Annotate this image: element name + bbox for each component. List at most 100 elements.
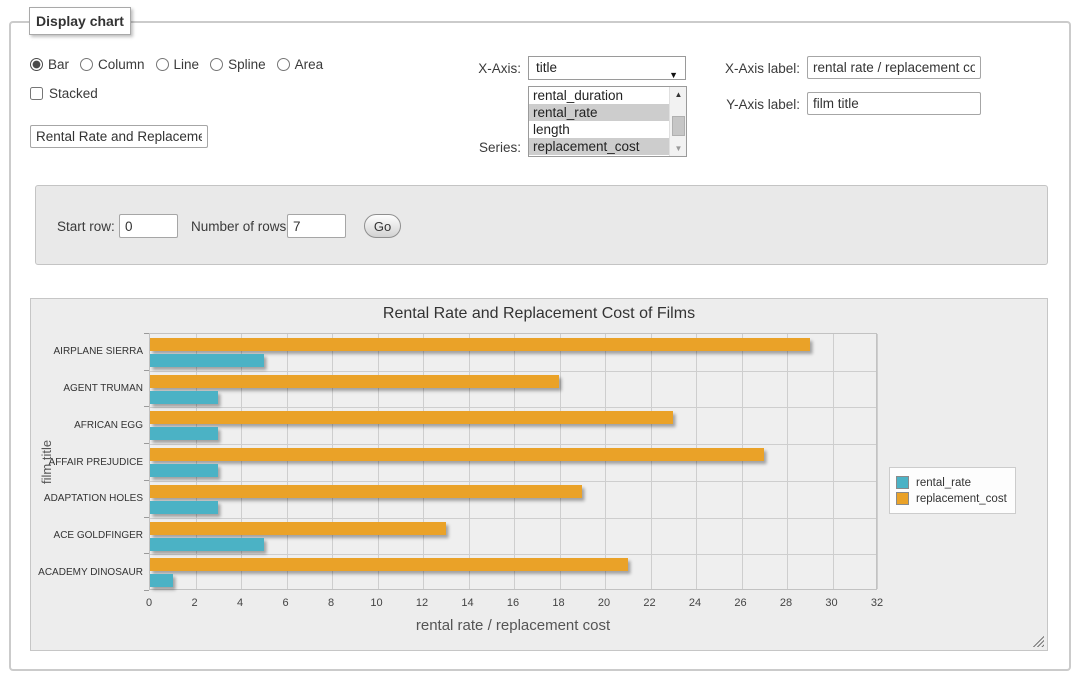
gridline-horizontal bbox=[150, 554, 876, 555]
bar-rental_rate-adaptation-holes bbox=[150, 501, 218, 514]
chart-container: Rental Rate and Replacement Cost of Film… bbox=[30, 298, 1048, 651]
gridline-horizontal bbox=[150, 407, 876, 408]
bar-rental_rate-african-egg bbox=[150, 427, 218, 440]
chart-type-radio-label: Bar bbox=[48, 57, 69, 72]
series-option-length[interactable]: length bbox=[529, 121, 670, 138]
gridline-vertical bbox=[605, 334, 606, 589]
gridline-vertical bbox=[787, 334, 788, 589]
series-option-rental_rate[interactable]: rental_rate bbox=[529, 104, 670, 121]
chart-type-radio-line[interactable] bbox=[156, 58, 169, 71]
legend-label: replacement_cost bbox=[916, 493, 1007, 505]
scrollbar-thumb[interactable] bbox=[672, 116, 685, 136]
gridline-vertical bbox=[833, 334, 834, 589]
stacked-label: Stacked bbox=[49, 86, 98, 101]
gridline-horizontal bbox=[150, 444, 876, 445]
bar-replacement_cost-african-egg bbox=[150, 411, 673, 424]
listbox-scrollbar[interactable]: ▲ ▼ bbox=[669, 87, 686, 156]
x-tick-label: 30 bbox=[812, 597, 852, 609]
y-axis-tick bbox=[144, 333, 149, 334]
start-row-input[interactable] bbox=[119, 214, 178, 238]
gridline-vertical bbox=[378, 334, 379, 589]
chart-type-option-line[interactable]: Line bbox=[156, 57, 200, 72]
chevron-down-icon: ▼ bbox=[669, 64, 678, 86]
chart-legend: rental_rate replacement_cost bbox=[889, 467, 1016, 514]
y-axis-tick bbox=[144, 590, 149, 591]
gridline-vertical bbox=[423, 334, 424, 589]
legend-entry-replacement_cost: replacement_cost bbox=[896, 492, 1007, 505]
series-option-rental_duration[interactable]: rental_duration bbox=[529, 87, 670, 104]
category-label: ADAPTATION HOLES bbox=[33, 493, 143, 504]
x-tick-label: 24 bbox=[675, 597, 715, 609]
resize-handle-icon[interactable] bbox=[1032, 635, 1044, 647]
gridline-vertical bbox=[742, 334, 743, 589]
x-tick-label: 8 bbox=[311, 597, 351, 609]
chart-type-radio-bar[interactable] bbox=[30, 58, 43, 71]
gridline-vertical bbox=[651, 334, 652, 589]
x-tick-label: 26 bbox=[721, 597, 761, 609]
legend-label: rental_rate bbox=[916, 477, 971, 489]
chart-type-radio-label: Spline bbox=[228, 57, 266, 72]
x-tick-label: 10 bbox=[357, 597, 397, 609]
bar-replacement_cost-airplane-sierra bbox=[150, 338, 810, 351]
bar-rental_rate-airplane-sierra bbox=[150, 354, 264, 367]
scroll-up-icon[interactable]: ▲ bbox=[670, 87, 687, 102]
chart-title-input[interactable] bbox=[30, 125, 208, 148]
bar-rental_rate-affair-prejudice bbox=[150, 464, 218, 477]
x-tick-label: 18 bbox=[539, 597, 579, 609]
y-axis-label-input[interactable] bbox=[807, 92, 981, 115]
gridline-vertical bbox=[469, 334, 470, 589]
stacked-checkbox-row[interactable]: Stacked bbox=[30, 86, 98, 101]
x-tick-label: 16 bbox=[493, 597, 533, 609]
bar-rental_rate-academy-dinosaur bbox=[150, 574, 173, 587]
bar-replacement_cost-academy-dinosaur bbox=[150, 558, 628, 571]
scroll-down-icon[interactable]: ▼ bbox=[670, 141, 687, 156]
bar-replacement_cost-ace-goldfinger bbox=[150, 522, 446, 535]
gridline-vertical bbox=[560, 334, 561, 589]
num-rows-input[interactable] bbox=[287, 214, 346, 238]
x-axis-label-input[interactable] bbox=[807, 56, 981, 79]
series-list-label: Series: bbox=[458, 140, 521, 155]
chart-type-radio-label: Line bbox=[174, 57, 200, 72]
row-controls-panel: Start row: Number of rows: Go bbox=[35, 185, 1048, 265]
series-option-replacement_cost[interactable]: replacement_cost bbox=[529, 138, 670, 155]
bar-rental_rate-ace-goldfinger bbox=[150, 538, 264, 551]
gridline-horizontal bbox=[150, 518, 876, 519]
y-axis-tick bbox=[144, 370, 149, 371]
chart-type-option-area[interactable]: Area bbox=[277, 57, 324, 72]
y-axis-tick bbox=[144, 406, 149, 407]
chart-type-option-spline[interactable]: Spline bbox=[210, 57, 266, 72]
gridline-vertical bbox=[514, 334, 515, 589]
bar-replacement_cost-agent-truman bbox=[150, 375, 559, 388]
chart-type-radio-area[interactable] bbox=[277, 58, 290, 71]
chart-type-option-bar[interactable]: Bar bbox=[30, 57, 69, 72]
chart-type-radio-label: Column bbox=[98, 57, 145, 72]
chart-x-axis-title: rental rate / replacement cost bbox=[149, 617, 877, 634]
x-tick-label: 0 bbox=[129, 597, 169, 609]
chart-type-radio-column[interactable] bbox=[80, 58, 93, 71]
series-listbox[interactable]: rental_durationrental_ratelengthreplacem… bbox=[528, 86, 687, 157]
x-tick-label: 2 bbox=[175, 597, 215, 609]
num-rows-label: Number of rows: bbox=[191, 219, 290, 234]
app-root: Display chart BarColumnLineSplineArea St… bbox=[0, 0, 1081, 681]
bar-replacement_cost-adaptation-holes bbox=[150, 485, 582, 498]
chart-type-option-column[interactable]: Column bbox=[80, 57, 145, 72]
x-axis-select[interactable]: title ▼ bbox=[528, 56, 686, 80]
go-button[interactable]: Go bbox=[364, 214, 401, 238]
category-label: AFFAIR PREJUDICE bbox=[33, 457, 143, 468]
gridline-horizontal bbox=[150, 481, 876, 482]
x-axis-select-value: title bbox=[536, 60, 557, 75]
chart-type-radio-group: Bar Column Line Spline Area bbox=[30, 55, 334, 73]
y-axis-tick bbox=[144, 443, 149, 444]
gridline-horizontal bbox=[150, 371, 876, 372]
chart-type-radio-spline[interactable] bbox=[210, 58, 223, 71]
x-tick-label: 14 bbox=[448, 597, 488, 609]
x-tick-label: 22 bbox=[630, 597, 670, 609]
category-label: AFRICAN EGG bbox=[33, 420, 143, 431]
gridline-vertical bbox=[287, 334, 288, 589]
gridline-vertical bbox=[332, 334, 333, 589]
chart-title: Rental Rate and Replacement Cost of Film… bbox=[31, 305, 1047, 323]
series-options: rental_durationrental_ratelengthreplacem… bbox=[529, 87, 686, 155]
x-tick-label: 6 bbox=[266, 597, 306, 609]
stacked-checkbox[interactable] bbox=[30, 87, 43, 100]
x-tick-label: 28 bbox=[766, 597, 806, 609]
